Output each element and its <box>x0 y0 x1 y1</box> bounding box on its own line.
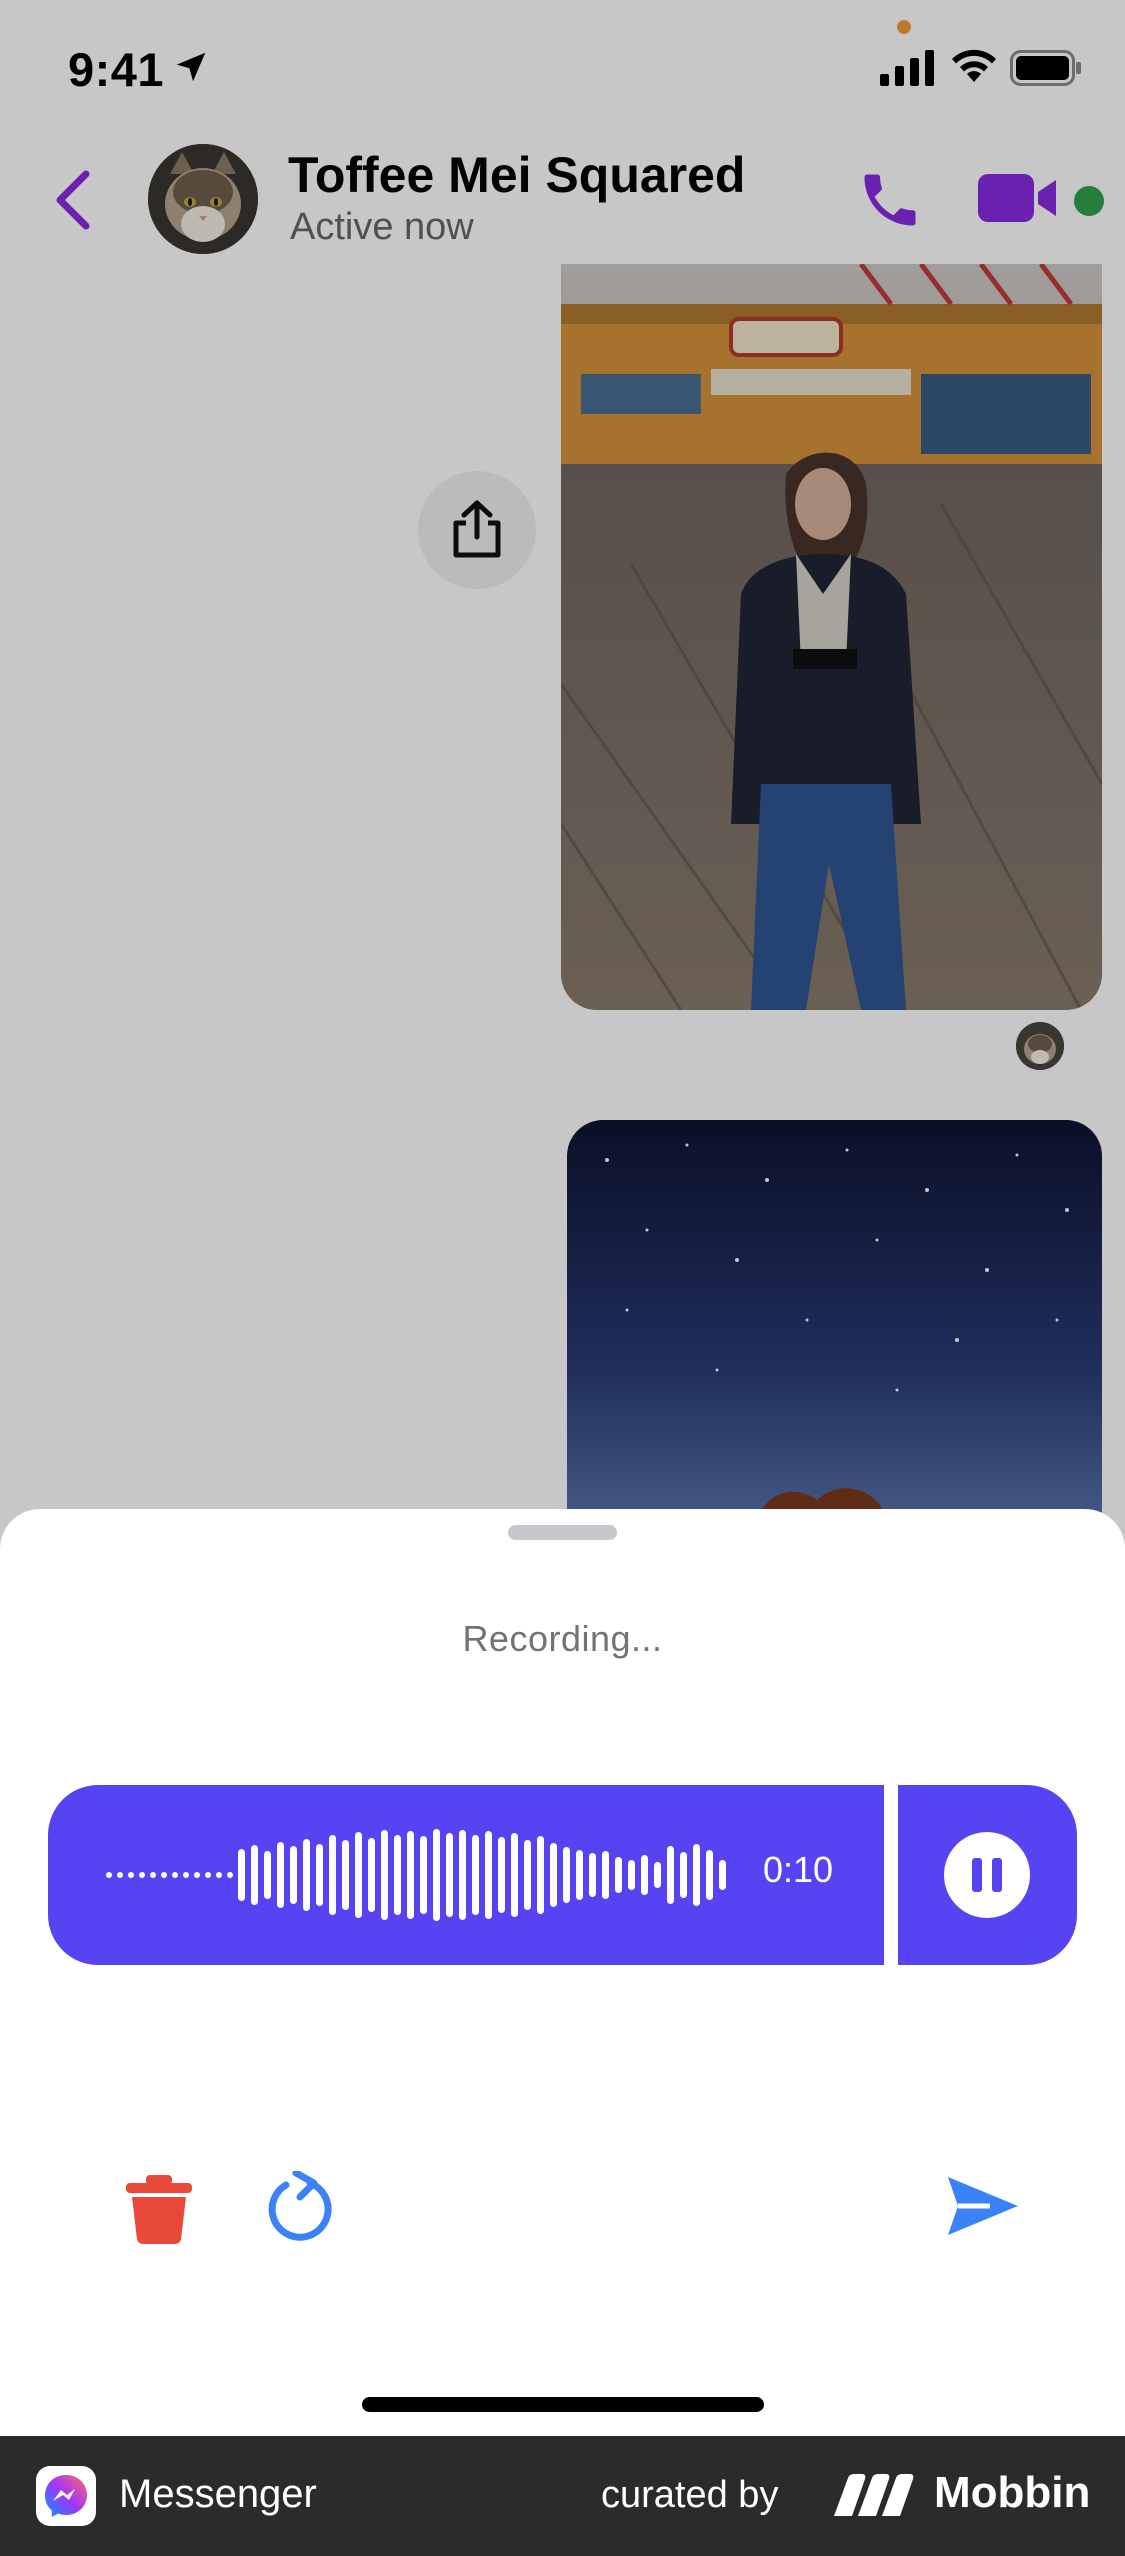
refresh-icon[interactable] <box>266 2171 338 2243</box>
waveform-bar <box>485 1831 492 1919</box>
home-indicator[interactable] <box>362 2397 764 2412</box>
waveform-bar <box>472 1835 479 1915</box>
brand-footer: Messenger curated by Mobbin <box>0 2436 1125 2556</box>
mobbin-brand-name: Mobbin <box>934 2468 1091 2517</box>
waveform-bar <box>150 1872 156 1878</box>
waveform-bar <box>641 1855 648 1895</box>
waveform-bar <box>628 1860 635 1890</box>
waveform-bar <box>342 1840 349 1910</box>
waveform-bar <box>290 1846 297 1904</box>
waveform-bar <box>183 1872 189 1878</box>
pause-recording-button[interactable] <box>898 1785 1077 1965</box>
trash-icon[interactable] <box>124 2173 194 2245</box>
waveform-bar <box>667 1846 674 1904</box>
waveform-bar <box>576 1850 583 1900</box>
waveform-bar <box>459 1830 466 1920</box>
waveform-bar <box>368 1838 375 1912</box>
waveform-bar <box>172 1872 178 1878</box>
waveform-bar <box>394 1835 401 1915</box>
waveform-bar <box>407 1831 414 1919</box>
waveform-bar <box>550 1843 557 1907</box>
waveform-bar <box>680 1852 687 1898</box>
waveform-bar <box>615 1857 622 1893</box>
waveform-bar <box>316 1844 323 1906</box>
waveform-bar <box>706 1850 713 1900</box>
recording-status-label: Recording... <box>462 1618 663 1659</box>
sheet-grabber[interactable] <box>508 1525 617 1540</box>
waveform-bar <box>524 1840 531 1910</box>
waveform-bar <box>498 1837 505 1913</box>
waveform-graphic <box>106 1829 726 1921</box>
waveform-bar <box>329 1835 336 1915</box>
waveform-bar <box>238 1849 245 1901</box>
send-icon[interactable] <box>946 2173 1020 2239</box>
waveform-bar <box>251 1845 258 1905</box>
waveform-bar <box>106 1872 112 1878</box>
waveform-bar <box>264 1851 271 1899</box>
voice-recording-sheet: Recording... 0:10 <box>0 1509 1125 2436</box>
recording-timer: 0:10 <box>763 1849 834 1890</box>
waveform-bar <box>589 1853 596 1897</box>
pause-icon <box>972 1858 1002 1892</box>
waveform-bar <box>381 1830 388 1920</box>
waveform-bar <box>303 1839 310 1911</box>
waveform-bar <box>602 1851 609 1899</box>
waveform-bar <box>205 1872 211 1878</box>
mobbin-logo-icon <box>834 2474 914 2516</box>
curated-by-label: curated by <box>601 2474 779 2516</box>
waveform-bar <box>719 1860 726 1890</box>
waveform-bar <box>433 1829 440 1921</box>
waveform-bar <box>446 1833 453 1917</box>
waveform-bar <box>216 1872 222 1878</box>
waveform-bar <box>355 1832 362 1918</box>
waveform-bar <box>511 1833 518 1917</box>
messenger-screen: 9:41 Toffee Mei Squared Active now Recor… <box>0 0 1125 2436</box>
waveform-bar <box>128 1872 134 1878</box>
waveform-bar <box>161 1872 167 1878</box>
app-name: Messenger <box>119 2472 317 2516</box>
waveform-bar <box>117 1872 123 1878</box>
waveform-bar <box>563 1847 570 1903</box>
waveform-bar <box>420 1836 427 1914</box>
waveform-bar <box>194 1872 200 1878</box>
messenger-logo-icon <box>45 2475 87 2517</box>
waveform-bar <box>537 1836 544 1914</box>
recording-waveform-bar: 0:10 <box>48 1785 884 1965</box>
waveform-bar <box>277 1842 284 1908</box>
pause-button-circle <box>944 1832 1030 1918</box>
waveform-bar <box>139 1872 145 1878</box>
waveform-bar <box>654 1862 661 1888</box>
waveform-bar <box>693 1844 700 1906</box>
waveform-bar <box>227 1872 233 1878</box>
messenger-app-icon <box>36 2466 96 2526</box>
